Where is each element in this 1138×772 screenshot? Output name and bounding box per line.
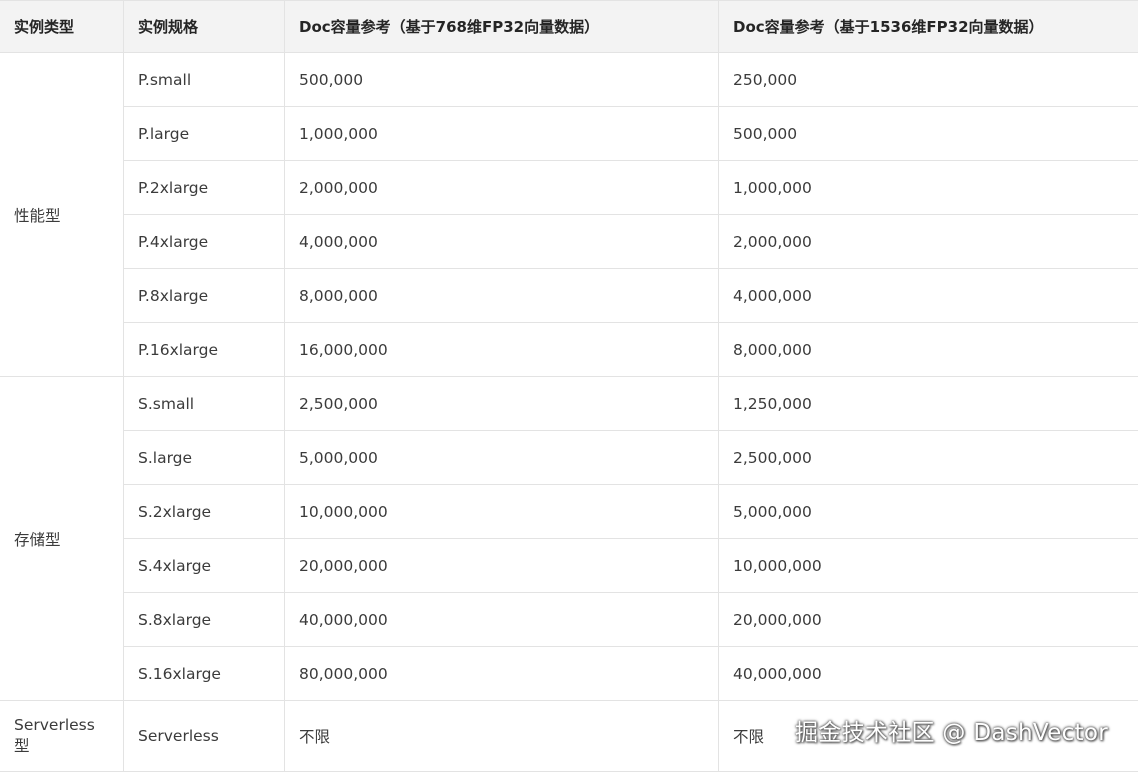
spec-cell: S.8xlarge xyxy=(124,593,285,647)
capacity-768-cell: 2,500,000 xyxy=(285,377,719,431)
capacity-1536-cell: 1,250,000 xyxy=(719,377,1138,431)
instance-spec-table: 实例类型 实例规格 Doc容量参考（基于768维FP32向量数据） Doc容量参… xyxy=(0,0,1138,772)
spec-cell: P.8xlarge xyxy=(124,269,285,323)
spec-cell: P.2xlarge xyxy=(124,161,285,215)
capacity-768-cell: 4,000,000 xyxy=(285,215,719,269)
table-row: S.8xlarge 40,000,000 20,000,000 xyxy=(0,593,1138,647)
table-row: S.large 5,000,000 2,500,000 xyxy=(0,431,1138,485)
header-instance-spec: 实例规格 xyxy=(124,1,285,53)
spec-cell: S.small xyxy=(124,377,285,431)
spec-cell: Serverless xyxy=(124,701,285,772)
table-row: S.4xlarge 20,000,000 10,000,000 xyxy=(0,539,1138,593)
watermark: 掘金技术社区 @ DashVector xyxy=(795,713,1108,747)
capacity-768-cell: 8,000,000 xyxy=(285,269,719,323)
capacity-1536-cell: 8,000,000 xyxy=(719,323,1138,377)
capacity-1536-cell: 10,000,000 xyxy=(719,539,1138,593)
spec-cell: S.large xyxy=(124,431,285,485)
table-row: 性能型 P.small 500,000 250,000 xyxy=(0,53,1138,107)
capacity-768-cell: 16,000,000 xyxy=(285,323,719,377)
capacity-768-cell: 10,000,000 xyxy=(285,485,719,539)
table-header-row: 实例类型 实例规格 Doc容量参考（基于768维FP32向量数据） Doc容量参… xyxy=(0,1,1138,53)
type-cell-serverless: Serverless型 xyxy=(0,701,124,772)
capacity-768-cell: 不限 xyxy=(285,701,719,772)
capacity-768-cell: 20,000,000 xyxy=(285,539,719,593)
capacity-768-cell: 80,000,000 xyxy=(285,647,719,701)
capacity-1536-cell: 1,000,000 xyxy=(719,161,1138,215)
spec-cell: P.small xyxy=(124,53,285,107)
header-capacity-1536: Doc容量参考（基于1536维FP32向量数据） xyxy=(719,1,1138,53)
capacity-768-cell: 40,000,000 xyxy=(285,593,719,647)
spec-cell: P.4xlarge xyxy=(124,215,285,269)
capacity-1536-cell: 40,000,000 xyxy=(719,647,1138,701)
table-row: S.16xlarge 80,000,000 40,000,000 xyxy=(0,647,1138,701)
spec-cell: P.large xyxy=(124,107,285,161)
capacity-768-cell: 1,000,000 xyxy=(285,107,719,161)
table-row: P.16xlarge 16,000,000 8,000,000 xyxy=(0,323,1138,377)
table-row: P.large 1,000,000 500,000 xyxy=(0,107,1138,161)
spec-cell: S.4xlarge xyxy=(124,539,285,593)
spec-cell: S.16xlarge xyxy=(124,647,285,701)
capacity-768-cell: 5,000,000 xyxy=(285,431,719,485)
table-row: S.2xlarge 10,000,000 5,000,000 xyxy=(0,485,1138,539)
capacity-768-cell: 500,000 xyxy=(285,53,719,107)
table-row: P.8xlarge 8,000,000 4,000,000 xyxy=(0,269,1138,323)
table-row: 存储型 S.small 2,500,000 1,250,000 xyxy=(0,377,1138,431)
header-capacity-768: Doc容量参考（基于768维FP32向量数据） xyxy=(285,1,719,53)
header-instance-type: 实例类型 xyxy=(0,1,124,53)
table-row: P.2xlarge 2,000,000 1,000,000 xyxy=(0,161,1138,215)
type-cell-storage: 存储型 xyxy=(0,377,124,701)
capacity-768-cell: 2,000,000 xyxy=(285,161,719,215)
capacity-1536-cell: 2,500,000 xyxy=(719,431,1138,485)
spec-cell: P.16xlarge xyxy=(124,323,285,377)
table-row: P.4xlarge 4,000,000 2,000,000 xyxy=(0,215,1138,269)
spec-cell: S.2xlarge xyxy=(124,485,285,539)
capacity-1536-cell: 500,000 xyxy=(719,107,1138,161)
capacity-1536-cell: 2,000,000 xyxy=(719,215,1138,269)
capacity-1536-cell: 4,000,000 xyxy=(719,269,1138,323)
capacity-1536-cell: 5,000,000 xyxy=(719,485,1138,539)
capacity-1536-cell: 250,000 xyxy=(719,53,1138,107)
capacity-1536-cell: 20,000,000 xyxy=(719,593,1138,647)
type-cell-performance: 性能型 xyxy=(0,53,124,377)
